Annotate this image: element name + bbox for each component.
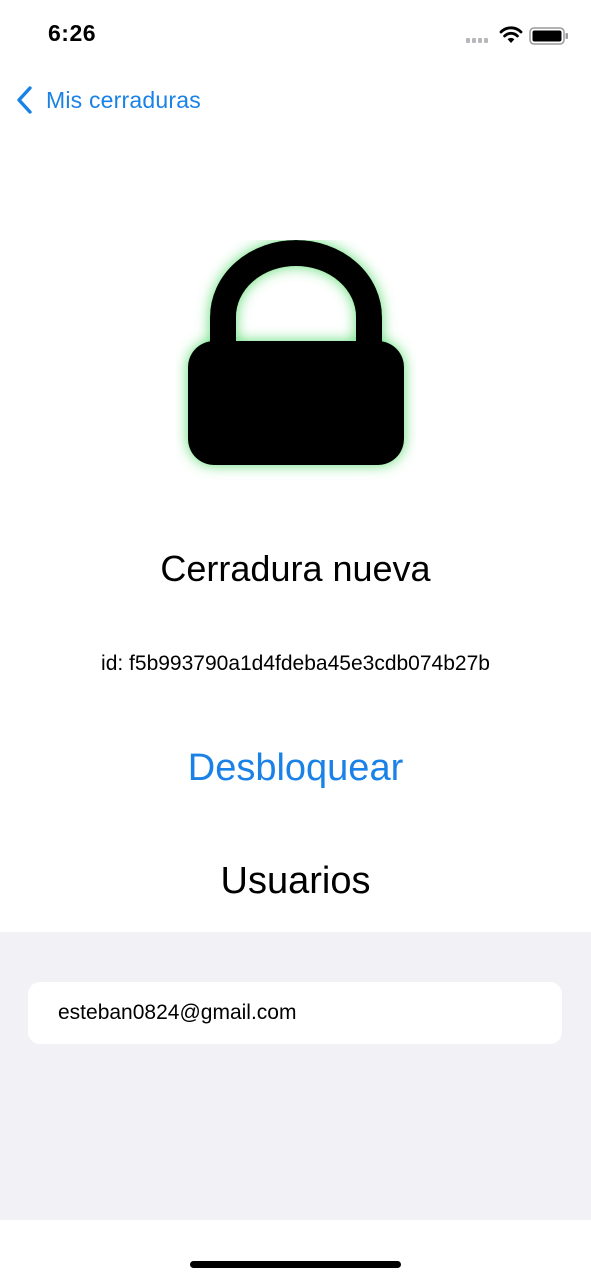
unlock-button[interactable]: Desbloquear bbox=[140, 742, 451, 794]
user-email: esteban0824@gmail.com bbox=[58, 1001, 297, 1024]
status-bar: 6:26 bbox=[0, 0, 591, 70]
user-list-item[interactable]: esteban0824@gmail.com bbox=[28, 982, 562, 1044]
status-time: 6:26 bbox=[48, 20, 97, 46]
users-heading: Usuarios bbox=[220, 860, 371, 902]
cellular-signal-icon bbox=[466, 38, 488, 43]
users-list: esteban0824@gmail.com bbox=[0, 932, 591, 1220]
lock-icon bbox=[188, 240, 404, 465]
home-indicator[interactable] bbox=[190, 1261, 401, 1268]
wifi-icon bbox=[499, 26, 523, 43]
lock-title: Cerradura nueva bbox=[160, 548, 431, 589]
back-button[interactable]: Mis cerraduras bbox=[14, 82, 201, 118]
battery-icon bbox=[529, 27, 568, 45]
lock-id: id: f5b993790a1d4fdeba45e3cdb074b27b bbox=[101, 652, 490, 675]
chevron-left-icon bbox=[17, 86, 32, 114]
back-button-label: Mis cerraduras bbox=[46, 86, 201, 113]
